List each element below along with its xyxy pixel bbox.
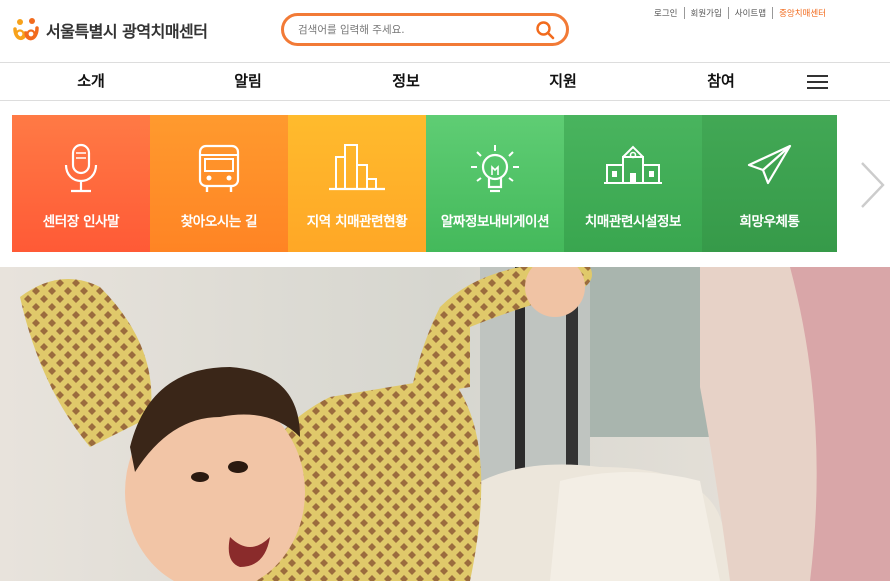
tile-label: 알짜정보내비게이션	[440, 214, 550, 230]
quick-link-facility-info[interactable]: 치매관련시설정보	[564, 115, 702, 252]
hamburger-icon[interactable]	[807, 75, 828, 90]
quick-link-greeting[interactable]: 센터장 인사말	[12, 115, 150, 252]
central-dementia-center-link[interactable]: 중앙치매센터	[772, 7, 832, 19]
microphone-icon	[64, 143, 98, 193]
utility-links: 로그인 회원가입 사이트맵 중앙치매센터	[648, 7, 832, 19]
lightbulb-icon	[471, 145, 519, 193]
search-input[interactable]	[298, 23, 534, 36]
quick-link-directions[interactable]: 찾아오시는 길	[150, 115, 288, 252]
tile-label: 희망우체통	[739, 214, 800, 230]
logo-text: 서울특별시 광역치매센터	[46, 22, 208, 41]
nav-item-info[interactable]: 정보	[392, 63, 420, 100]
school-building-icon	[604, 145, 662, 184]
hero-photo	[0, 267, 890, 581]
chevron-right-icon[interactable]	[856, 160, 888, 210]
main-nav: 소개 알림 정보 지원 참여	[0, 62, 890, 101]
tile-label: 센터장 인사말	[42, 214, 120, 230]
search-icon	[536, 20, 555, 39]
quick-link-regional-status[interactable]: 지역 치매관련현황	[288, 115, 426, 252]
quick-link-info-navigation[interactable]: 알짜정보내비게이션	[426, 115, 564, 252]
quick-link-hope-mailbox[interactable]: 희망우체통	[702, 115, 837, 252]
tile-label: 찾아오시는 길	[180, 214, 258, 230]
tile-label: 지역 치매관련현황	[306, 214, 408, 230]
quick-links: 센터장 인사말 찾아오시는 길 지역 치매관련현황 알짜정보내비게이션 치매관련…	[12, 115, 837, 252]
logo-mark-icon	[13, 18, 39, 41]
login-link[interactable]: 로그인	[648, 7, 683, 19]
building-chart-icon	[329, 144, 385, 191]
site-logo[interactable]: 서울특별시 광역치매센터	[12, 16, 208, 44]
signup-link[interactable]: 회원가입	[683, 7, 728, 19]
sitemap-link[interactable]: 사이트맵	[727, 7, 772, 19]
hero-illustration	[0, 267, 890, 581]
search-box	[281, 13, 569, 46]
tile-label: 치매관련시설정보	[584, 214, 682, 230]
page: 서울특별시 광역치매센터 로그인 회원가입 사이트맵 중앙치매센터 소개 알림 …	[0, 0, 890, 581]
paper-plane-icon	[747, 144, 791, 185]
bus-icon	[198, 144, 240, 192]
nav-item-about[interactable]: 소개	[77, 63, 105, 100]
search-button[interactable]	[534, 19, 556, 41]
header: 서울특별시 광역치매센터 로그인 회원가입 사이트맵 중앙치매센터	[0, 0, 890, 62]
nav-item-notice[interactable]: 알림	[234, 63, 262, 100]
nav-item-support[interactable]: 지원	[549, 63, 577, 100]
nav-item-participate[interactable]: 참여	[707, 63, 735, 100]
